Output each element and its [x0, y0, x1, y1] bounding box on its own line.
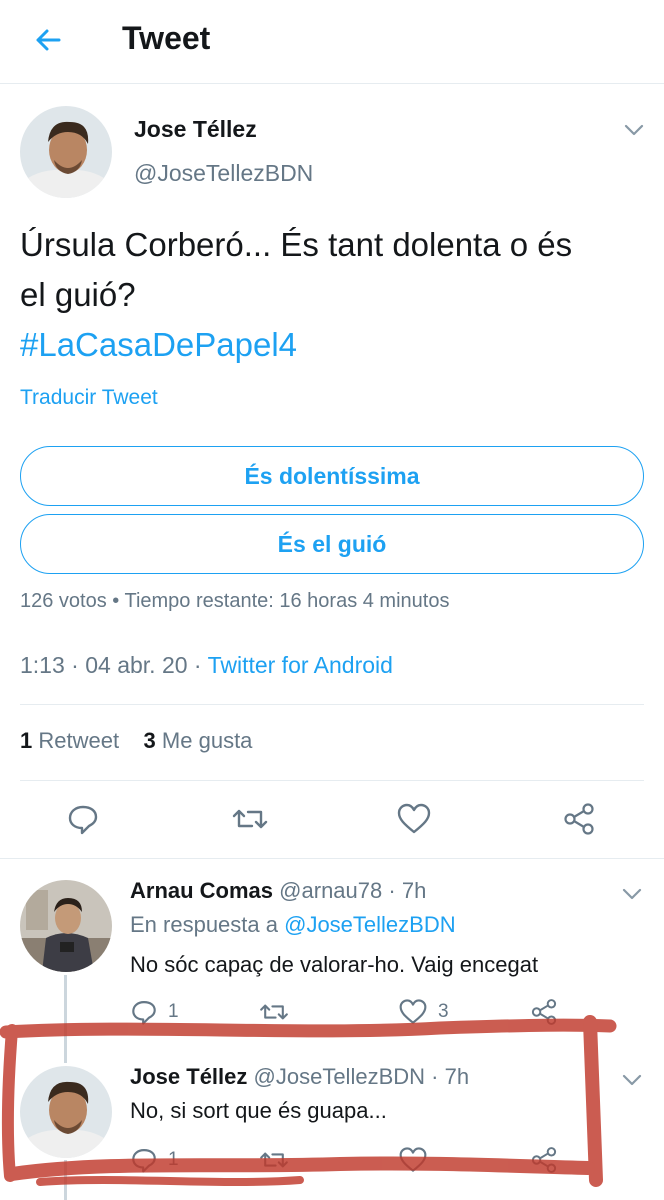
- reply-time: 7h: [401, 878, 427, 903]
- author-handle[interactable]: @JoseTellezBDN: [134, 160, 313, 187]
- avatar[interactable]: [20, 880, 112, 972]
- poll-option-1[interactable]: És dolentíssima: [20, 446, 644, 506]
- tweet-text-line: Úrsula Corberó... És tant dolenta o és: [20, 226, 573, 263]
- divider: [20, 704, 644, 705]
- back-button[interactable]: [30, 22, 66, 58]
- page-title: Tweet: [122, 20, 211, 56]
- thread-connector: [64, 1160, 67, 1200]
- tweet-source-link[interactable]: Twitter for Android: [208, 652, 393, 678]
- reply-author-name[interactable]: Arnau Comas: [130, 878, 273, 903]
- like-icon: [397, 803, 431, 834]
- reply-header: Jose Téllez @JoseTellezBDN · 7h: [130, 1064, 469, 1090]
- retweets-label: Retweet: [38, 728, 120, 753]
- separator: ·: [388, 878, 396, 903]
- separator: ·: [431, 1064, 439, 1089]
- reply-options-button[interactable]: [620, 1068, 644, 1092]
- tweet-time: 1:13: [20, 652, 65, 678]
- reply-icon: [132, 1149, 156, 1173]
- tweet-text: Úrsula Corberó... És tant dolenta o és e…: [20, 220, 650, 370]
- hashtag-link[interactable]: #LaCasaDePapel4: [20, 320, 650, 370]
- reply-author-handle[interactable]: @arnau78: [279, 878, 382, 903]
- retweet-icon: [232, 809, 268, 829]
- top-bar: Tweet: [0, 0, 664, 84]
- tweet-text-line: el guió?: [20, 276, 136, 313]
- like-button[interactable]: [396, 802, 432, 836]
- tweet-options-button[interactable]: [622, 118, 646, 142]
- retweet-button[interactable]: [258, 1146, 290, 1174]
- reply-header: Arnau Comas @arnau78 · 7h: [130, 878, 426, 904]
- share-icon: [564, 803, 594, 835]
- like-icon: [399, 999, 427, 1024]
- likes-label: Me gusta: [161, 728, 253, 753]
- tweet-date: 04 abr. 20: [85, 652, 188, 678]
- reply-icon: [132, 1001, 156, 1025]
- share-button[interactable]: [530, 998, 558, 1026]
- avatar[interactable]: [20, 1066, 112, 1158]
- reply-count: 1: [168, 1149, 179, 1170]
- engagement-stats: 1 Retweet 3 Me gusta: [20, 728, 252, 754]
- share-button[interactable]: [530, 1146, 558, 1174]
- chevron-down-icon: [622, 888, 642, 900]
- thread-connector: [64, 975, 67, 1063]
- reply-time: 7h: [444, 1064, 470, 1089]
- retweet-button[interactable]: [230, 802, 270, 836]
- reply-mention-link[interactable]: @JoseTellezBDN: [284, 912, 456, 937]
- author-name[interactable]: Jose Téllez: [134, 116, 257, 143]
- retweet-icon: [260, 1004, 288, 1020]
- poll-status: 126 votos • Tiempo restante: 16 horas 4 …: [20, 590, 450, 612]
- retweets-stat[interactable]: 1 Retweet: [20, 728, 119, 753]
- reply-author-name[interactable]: Jose Téllez: [130, 1064, 247, 1089]
- retweets-count: 1: [20, 728, 33, 753]
- divider: [0, 858, 664, 859]
- translate-tweet-link[interactable]: Traducir Tweet: [20, 386, 158, 410]
- likes-count: 3: [143, 728, 156, 753]
- reply-button[interactable]: [66, 802, 100, 836]
- share-icon: [531, 999, 557, 1025]
- retweet-button[interactable]: [258, 998, 290, 1026]
- reply-author-handle[interactable]: @JoseTellezBDN: [254, 1064, 426, 1089]
- reply-icon: [68, 805, 98, 835]
- like-button[interactable]: [398, 1146, 428, 1174]
- divider: [20, 780, 644, 781]
- reply-context: En respuesta a @JoseTellezBDN: [130, 912, 456, 938]
- poll-option-2[interactable]: És el guió: [20, 514, 644, 574]
- reply-text: No sóc capaç de valorar-ho. Vaig encegat: [130, 952, 539, 977]
- chevron-down-icon: [624, 124, 644, 136]
- back-arrow-icon: [36, 29, 61, 51]
- reply-button[interactable]: 1: [130, 1146, 179, 1174]
- share-button[interactable]: [562, 802, 596, 836]
- like-button[interactable]: 3: [398, 998, 449, 1026]
- reply-options-button[interactable]: [620, 882, 644, 906]
- share-icon: [531, 1147, 557, 1173]
- retweet-icon: [260, 1152, 288, 1168]
- separator: ·: [71, 652, 86, 678]
- reply-prefix: En respuesta a: [130, 912, 278, 937]
- likes-stat[interactable]: 3 Me gusta: [144, 728, 253, 753]
- like-count: 3: [438, 1001, 449, 1022]
- reply-text: No, si sort que és guapa...: [130, 1098, 387, 1123]
- reply-button[interactable]: 1: [130, 998, 179, 1026]
- reply-count: 1: [168, 1001, 179, 1022]
- separator: ·: [193, 652, 208, 678]
- like-icon: [399, 1147, 427, 1172]
- tweet-timestamp: 1:13 · 04 abr. 20 · Twitter for Android: [20, 652, 393, 679]
- avatar[interactable]: [20, 106, 112, 198]
- chevron-down-icon: [622, 1074, 642, 1086]
